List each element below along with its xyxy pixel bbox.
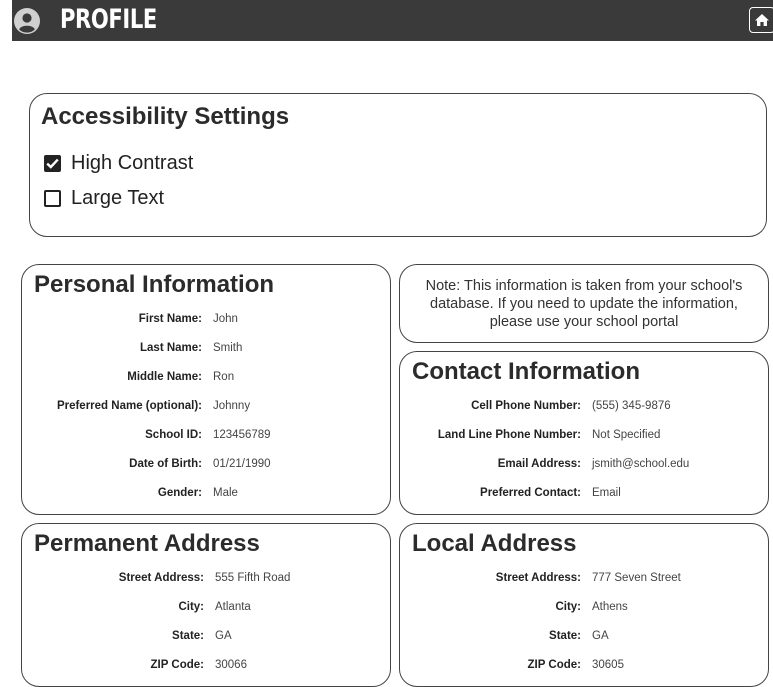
city-label: City: xyxy=(178,601,204,613)
state-label: State: xyxy=(549,630,581,642)
high-contrast-checkbox[interactable] xyxy=(44,155,61,172)
field-row: State: GA xyxy=(400,626,768,646)
local-address-title: Local Address xyxy=(412,530,577,557)
field-row: Street Address: 555 Fifth Road xyxy=(22,568,390,588)
state-label: State: xyxy=(172,630,204,642)
field-row: Cell Phone Number: (555) 345-9876 xyxy=(400,396,768,416)
field-row: ZIP Code: 30605 xyxy=(400,655,768,675)
large-text-option[interactable]: Large Text xyxy=(44,187,164,210)
home-icon xyxy=(755,14,769,26)
zip-code-value: 30605 xyxy=(592,659,624,671)
date-of-birth-label: Date of Birth: xyxy=(129,458,202,470)
last-name-value: Smith xyxy=(213,342,243,354)
zip-code-label: ZIP Code: xyxy=(527,659,581,671)
state-value: GA xyxy=(215,630,232,642)
local-address-card: Local Address Street Address: 777 Seven … xyxy=(399,523,769,687)
land-line-label: Land Line Phone Number: xyxy=(437,429,581,441)
street-address-value: 777 Seven Street xyxy=(592,572,681,584)
city-value: Atlanta xyxy=(215,601,251,613)
middle-name-label: Middle Name: xyxy=(127,371,202,383)
city-label: City: xyxy=(555,601,581,613)
personal-information-card: Personal Information First Name: John La… xyxy=(21,264,391,515)
city-value: Athens xyxy=(592,601,628,613)
field-row: Street Address: 777 Seven Street xyxy=(400,568,768,588)
field-row: ZIP Code: 30066 xyxy=(22,655,390,675)
land-line-value: Not Specified xyxy=(592,429,661,441)
street-address-value: 555 Fifth Road xyxy=(215,572,291,584)
permanent-address-title: Permanent Address xyxy=(34,530,260,557)
high-contrast-label: High Contrast xyxy=(71,152,194,174)
cell-phone-value: (555) 345-9876 xyxy=(592,400,671,412)
field-row: Middle Name: Ron xyxy=(22,367,390,387)
preferred-name-label: Preferred Name (optional): xyxy=(56,400,202,412)
page-title: PROFILE xyxy=(60,4,157,35)
personal-information-title: Personal Information xyxy=(34,271,275,298)
zip-code-value: 30066 xyxy=(215,659,247,671)
contact-information-card: Contact Information Cell Phone Number: (… xyxy=(399,351,769,515)
field-row: Date of Birth: 01/21/1990 xyxy=(22,454,390,474)
last-name-label: Last Name: xyxy=(140,342,202,354)
field-row: First Name: John xyxy=(22,309,390,329)
street-address-label: Street Address: xyxy=(495,572,581,584)
top-bar: PROFILE xyxy=(12,0,773,41)
field-row: Email Address: jsmith@school.edu xyxy=(400,454,768,474)
cell-phone-label: Cell Phone Number: xyxy=(471,400,581,412)
state-value: GA xyxy=(592,630,609,642)
high-contrast-option[interactable]: High Contrast xyxy=(44,152,193,175)
school-id-value: 123456789 xyxy=(213,429,271,441)
preferred-name-value: Johnny xyxy=(213,400,251,412)
field-row: City: Atlanta xyxy=(22,597,390,617)
middle-name-value: Ron xyxy=(213,371,235,383)
user-avatar-icon xyxy=(14,8,40,34)
field-row: Last Name: Smith xyxy=(22,338,390,358)
large-text-checkbox[interactable] xyxy=(44,190,61,207)
email-address-label: Email Address: xyxy=(497,458,581,470)
gender-value: Male xyxy=(213,487,238,499)
first-name-value: John xyxy=(213,313,238,325)
school-id-label: School ID: xyxy=(145,429,202,441)
accessibility-settings-card: Accessibility Settings High Contrast Lar… xyxy=(29,93,767,237)
home-button[interactable] xyxy=(749,7,773,33)
database-note-card: Note: This information is taken from you… xyxy=(399,264,769,343)
date-of-birth-value: 01/21/1990 xyxy=(213,458,271,470)
email-address-value: jsmith@school.edu xyxy=(592,458,690,470)
contact-information-title: Contact Information xyxy=(412,358,640,385)
preferred-contact-value: Email xyxy=(592,487,621,499)
field-row: Gender: Male xyxy=(22,483,390,503)
field-row: School ID: 123456789 xyxy=(22,425,390,445)
zip-code-label: ZIP Code: xyxy=(150,659,204,671)
checkmark-icon xyxy=(46,158,59,169)
accessibility-settings-title: Accessibility Settings xyxy=(41,103,290,130)
permanent-address-card: Permanent Address Street Address: 555 Fi… xyxy=(21,523,391,687)
field-row: Land Line Phone Number: Not Specified xyxy=(400,425,768,445)
gender-label: Gender: xyxy=(157,487,202,499)
field-row: Preferred Contact: Email xyxy=(400,483,768,503)
preferred-contact-label: Preferred Contact: xyxy=(480,487,581,499)
street-address-label: Street Address: xyxy=(118,572,204,584)
database-note-text: Note: This information is taken from you… xyxy=(425,278,743,330)
field-row: City: Athens xyxy=(400,597,768,617)
field-row: State: GA xyxy=(22,626,390,646)
field-row: Preferred Name (optional): Johnny xyxy=(22,396,390,416)
large-text-label: Large Text xyxy=(71,187,165,209)
first-name-label: First Name: xyxy=(138,313,202,325)
